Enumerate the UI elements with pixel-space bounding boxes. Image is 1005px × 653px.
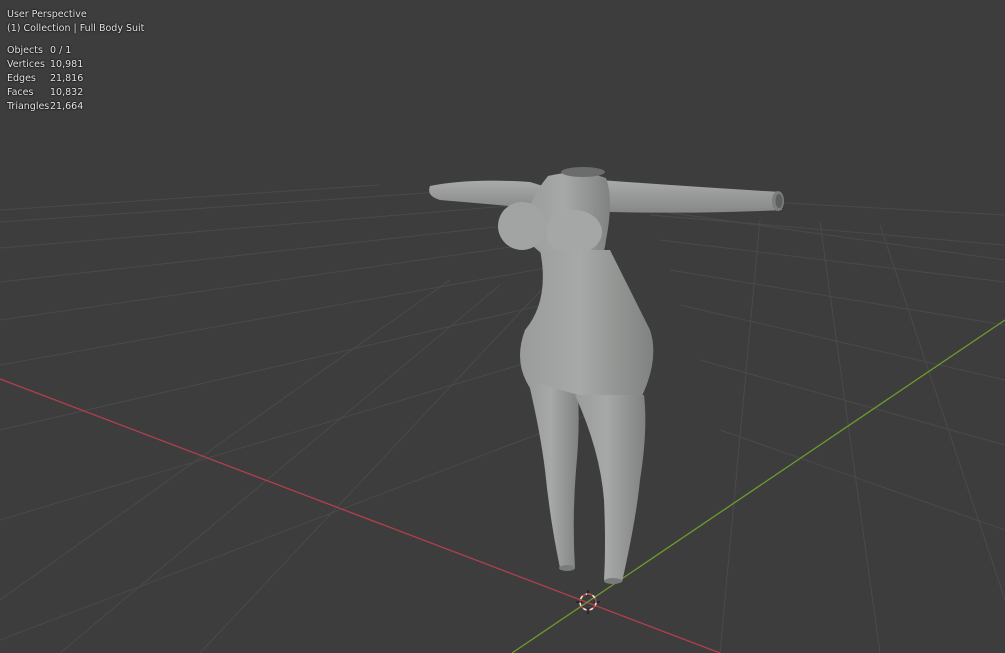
3d-viewport[interactable]: User Perspective (1) Collection | Full B… [0,0,1005,653]
floor-grid [0,184,1005,653]
viewport-scene[interactable] [0,0,1005,653]
full-body-suit-mesh[interactable] [429,167,784,584]
